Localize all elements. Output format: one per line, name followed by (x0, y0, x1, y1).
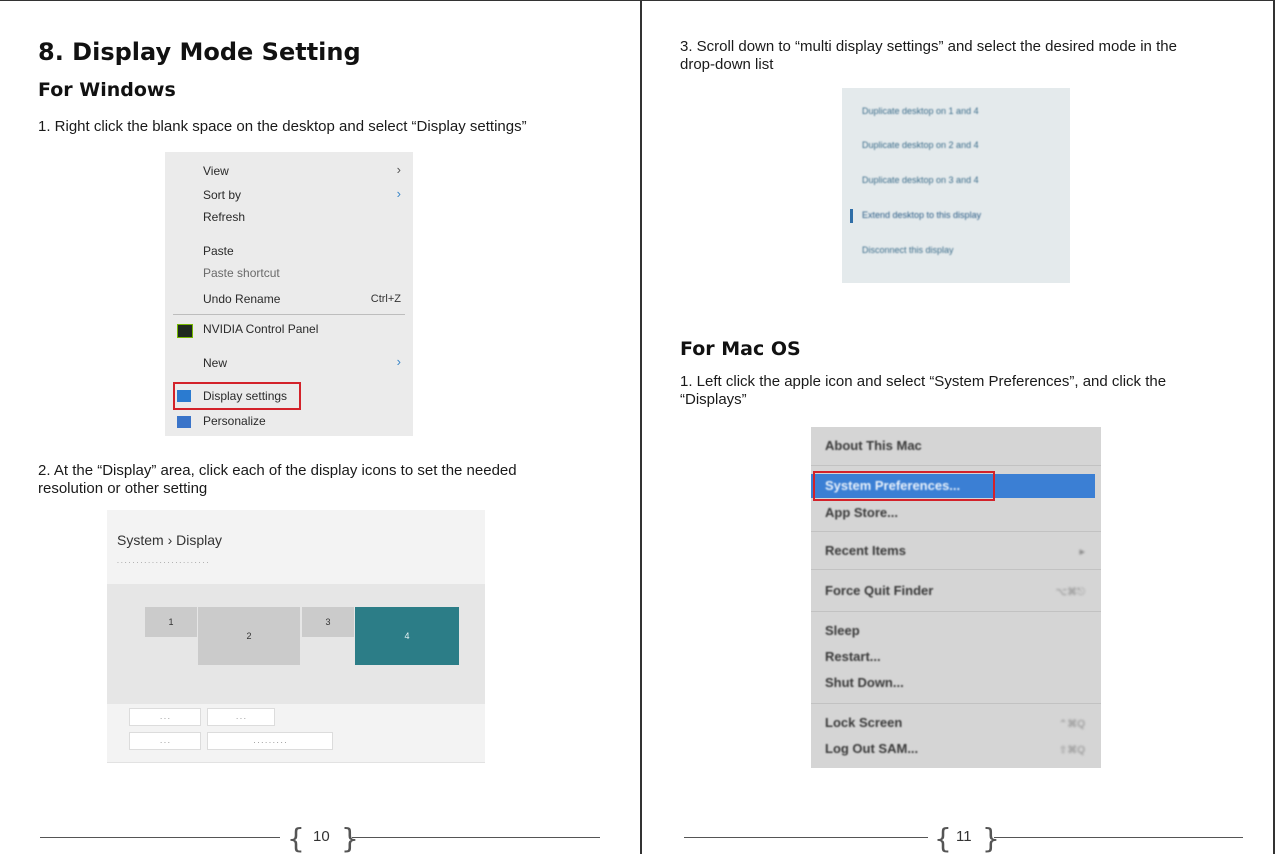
top-border (0, 0, 1275, 1)
step1-text: 1. Right click the blank space on the de… (38, 118, 527, 135)
windows-display-settings-image: System › Display . . . . . . . . . . . .… (107, 510, 485, 797)
personalize-icon (177, 416, 191, 428)
undo-shortcut: Ctrl+Z (370, 293, 401, 305)
identify-field: . . . (129, 708, 201, 726)
mac-menu-app-store: App Store... (825, 505, 898, 520)
monitor-arrangement-panel: 1 2 3 4 (107, 584, 485, 704)
brace-right: } (982, 822, 1000, 855)
step2-text-line2: resolution or other setting (38, 480, 208, 497)
step2-text-line1: 2. At the “Display” area, click each of … (38, 462, 517, 479)
dropdown-option: Duplicate desktop on 3 and 4 (862, 175, 979, 185)
menu-separator (811, 465, 1101, 466)
multiple-displays-dropdown: . . . . . . . . . (207, 732, 333, 750)
footer-line-left (40, 837, 280, 838)
step3-text-line2: drop-down list (680, 56, 774, 73)
mac-menu-sleep: Sleep (825, 623, 860, 638)
multiple-displays-label: . . . (129, 732, 201, 750)
windows-subheading: For Windows (38, 79, 176, 101)
display-settings-subtitle: . . . . . . . . . . . . . . . . . . . . … (117, 558, 209, 565)
nvidia-icon (177, 324, 193, 338)
mac-menu-about: About This Mac (825, 438, 922, 453)
menu-separator (811, 569, 1101, 570)
selection-indicator (850, 209, 853, 223)
step3-text-line1: 3. Scroll down to “multi display setting… (680, 38, 1177, 55)
highlight-box (173, 382, 301, 410)
footer-line-right-2 (994, 837, 1243, 838)
menu-item-personalize: Personalize (203, 414, 266, 428)
page-divider (640, 0, 642, 854)
highlight-box (813, 471, 995, 501)
mac-menu-lock-screen: Lock Screen (825, 715, 903, 730)
chevron-right-icon: › (396, 186, 401, 201)
mac-apple-menu-image: About This Mac System Preferences... App… (811, 427, 1101, 768)
menu-item-nvidia-control-panel: NVIDIA Control Panel (203, 322, 319, 336)
windows-context-menu-image: View › Sort by › Refresh Paste Paste sho… (165, 152, 413, 436)
menu-separator (811, 703, 1101, 704)
brace-left: { (934, 822, 952, 855)
lock-screen-shortcut: ⌃⌘Q (1058, 719, 1085, 730)
page-number-left: 10 (313, 828, 330, 845)
mac-menu-log-out: Log Out SAM... (825, 741, 919, 756)
menu-separator (173, 314, 405, 315)
mac-menu-recent-items: Recent Items (825, 543, 906, 558)
menu-item-paste: Paste (203, 244, 234, 258)
mac-menu-shut-down: Shut Down... (825, 675, 904, 690)
footer-line-left-2 (352, 837, 600, 838)
mac-step1-line1: 1. Left click the apple icon and select … (680, 373, 1167, 390)
menu-separator (811, 531, 1101, 532)
menu-item-new: New (203, 356, 228, 370)
menu-item-view: View (203, 164, 229, 178)
display-settings-title: System › Display (117, 532, 223, 548)
monitor-2: 2 (198, 607, 300, 665)
mac-menu-force-quit: Force Quit Finder (825, 583, 934, 598)
mac-subheading: For Mac OS (680, 338, 801, 360)
dropdown-option: Duplicate desktop on 1 and 4 (862, 106, 979, 116)
chevron-right-icon: › (396, 162, 401, 177)
dropdown-option: Duplicate desktop on 2 and 4 (862, 140, 979, 150)
display-settings-footer (107, 762, 485, 797)
dropdown-option: Disconnect this display (862, 245, 954, 255)
monitor-3: 3 (302, 607, 354, 637)
menu-item-refresh: Refresh (203, 210, 246, 224)
menu-item-paste-shortcut: Paste shortcut (203, 266, 280, 280)
menu-item-undo-rename: Undo Rename (203, 292, 281, 306)
multi-display-dropdown-image: Duplicate desktop on 1 and 4 Duplicate d… (842, 88, 1070, 283)
menu-item-sort-by: Sort by (203, 188, 242, 202)
footer-line-right (684, 837, 928, 838)
dropdown-option-selected: Extend desktop to this display (862, 210, 982, 220)
brace-right: } (341, 822, 359, 855)
mac-step1-line2: “Displays” (680, 391, 747, 408)
chevron-right-icon: ▸ (1079, 546, 1085, 558)
monitor-4: 4 (355, 607, 459, 665)
force-quit-shortcut: ⌥⌘⎋ (1055, 587, 1085, 598)
mac-menu-restart: Restart... (825, 649, 881, 664)
section-heading: 8. Display Mode Setting (38, 38, 361, 66)
page-number-right: 11 (956, 828, 972, 845)
log-out-shortcut: ⇧⌘Q (1058, 745, 1085, 756)
chevron-right-icon: › (396, 354, 401, 369)
monitor-1: 1 (145, 607, 197, 637)
menu-separator (811, 611, 1101, 612)
detect-field: . . . (207, 708, 275, 726)
brace-left: { (287, 822, 305, 855)
